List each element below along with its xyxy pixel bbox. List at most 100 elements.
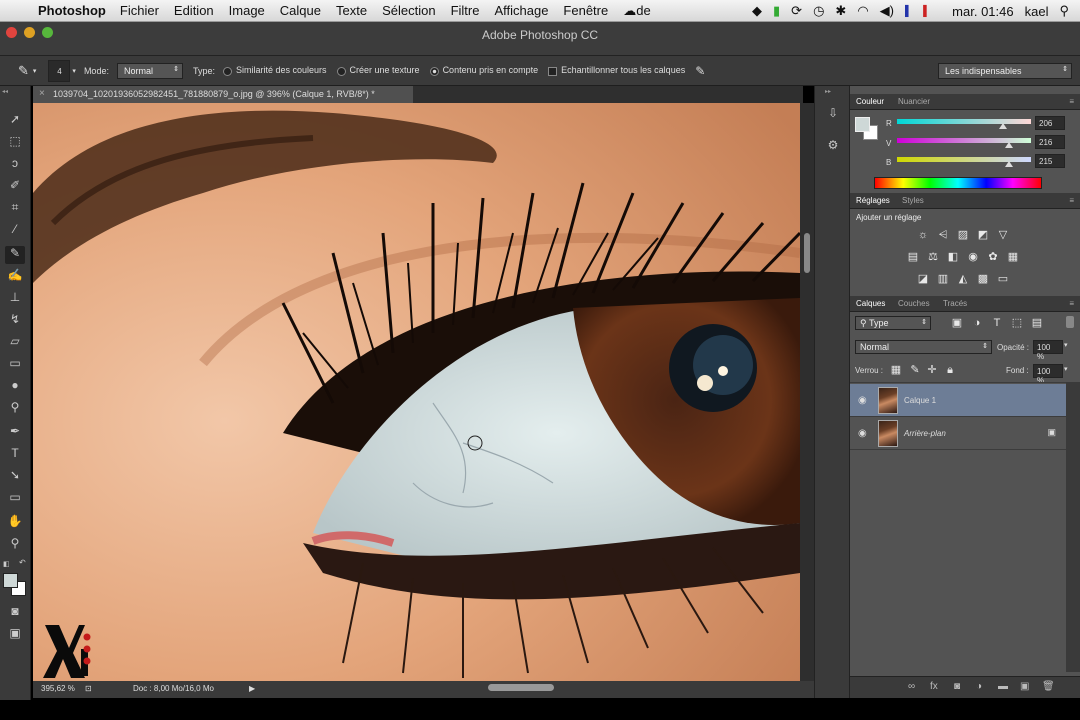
visibility-eye-icon[interactable]: ◉ [858,428,867,439]
zoom-tool-icon[interactable]: ⚲ [5,536,25,554]
move-tool-icon[interactable]: ➚ [5,112,25,130]
checkbox-echantillonner[interactable]: Echantillonner tous les calques [548,65,685,76]
toolbox-collapse-icon[interactable]: ◂◂ [2,88,8,95]
spotlight-search-icon[interactable]: ⚲ [1059,3,1069,19]
r-value[interactable]: 206 [1035,116,1065,130]
filter-pixel-icon[interactable]: ▣ [950,317,964,329]
panel-menu-icon[interactable]: ≡ [1069,299,1074,308]
radio-contenu[interactable]: Contenu pris en compte [429,65,538,76]
menubar-clock[interactable]: mar. 01:46 [952,4,1013,19]
menu-app-name[interactable]: Photoshop [38,3,106,18]
layer-row-calque-1[interactable]: ◉ Calque 1 [850,384,1066,417]
panel-menu-icon[interactable]: ≡ [1069,97,1074,106]
r-slider-thumb[interactable] [999,123,1007,129]
menu-edition[interactable]: Edition [174,3,214,18]
document-tab[interactable]: × 1039704_10201936052982451_781880879_o.… [33,86,413,103]
crop-tool-icon[interactable]: ⌗ [5,200,25,218]
menu-selection[interactable]: Sélection [382,3,435,18]
visibility-eye-icon[interactable]: ◉ [858,395,867,406]
menu-de[interactable]: de [636,3,650,18]
layers-scrollbar[interactable] [1066,382,1080,672]
history-panel-icon[interactable]: ⇩ [824,106,842,124]
status-menu-arrow-icon[interactable]: ▶ [249,684,255,693]
menu-calque[interactable]: Calque [280,3,321,18]
channel-mixer-icon[interactable]: ✿ [986,251,1000,263]
default-colors-icon[interactable]: ◧ [3,560,10,568]
blur-tool-icon[interactable]: ● [5,378,25,396]
status-preview-icon[interactable]: ⊡ [85,684,92,693]
dodge-tool-icon[interactable]: ⚲ [5,400,25,418]
menu-cloud-icon[interactable]: ☁de [623,3,650,19]
filter-toggle-icon[interactable] [1066,316,1074,328]
color-balance-icon[interactable]: ⚖ [926,251,940,263]
link-layers-icon[interactable]: ∞ [908,681,915,692]
menu-texte[interactable]: Texte [336,3,367,18]
document-canvas[interactable] [33,103,800,681]
flag-fr-icon[interactable]: ▌ ▌ [905,6,941,17]
filter-type-icon[interactable]: T [990,317,1004,329]
new-group-icon[interactable]: ▬ [998,681,1008,692]
selective-color-icon[interactable]: ▩ [976,273,990,285]
quick-selection-tool-icon[interactable]: ✐ [5,178,25,196]
mode-select[interactable]: Normal ⇕ [116,62,183,79]
filter-adjustment-icon[interactable]: ◑ [970,317,984,329]
eyedropper-tool-icon[interactable]: ⁄ [5,222,25,240]
menu-fichier[interactable]: Fichier [120,3,159,18]
hue-saturation-icon[interactable]: ▤ [906,251,920,263]
tab-calques[interactable]: Calques [856,299,885,308]
pressure-size-icon[interactable]: ✎ [695,64,705,78]
volume-icon[interactable]: ◀) [880,3,894,19]
blend-mode-select[interactable]: Normal ⇕ [855,340,992,354]
gradient-map-icon[interactable]: ▭ [996,273,1010,285]
fill-value[interactable]: 100 % [1033,364,1063,385]
path-selection-tool-icon[interactable]: ➘ [5,468,25,486]
bluetooth-icon[interactable]: ✱ [835,3,846,19]
filter-shape-icon[interactable]: ⬚ [1010,317,1024,329]
b-value[interactable]: 215 [1035,154,1065,168]
layer-row-arriere-plan[interactable]: ◉ Arrière-plan ▣ [850,417,1066,450]
brightness-contrast-icon[interactable]: ☼ [916,229,930,241]
new-adjustment-layer-icon[interactable]: ◑ [976,681,982,692]
menu-image[interactable]: Image [229,3,265,18]
menu-fenetre[interactable]: Fenêtre [563,3,608,18]
battery-icon[interactable]: ▮ [773,3,780,19]
panel-fg-swatch[interactable] [855,117,870,132]
panel-menu-icon[interactable]: ≡ [1069,196,1074,205]
tab-couleur[interactable]: Couleur [856,97,884,106]
add-mask-icon[interactable]: ◙ [954,681,960,692]
dock-collapse-icon[interactable]: ▸▸ [825,88,831,95]
lasso-tool-icon[interactable]: ↄ [5,156,25,174]
menubar-user[interactable]: kael [1025,4,1049,19]
close-tab-icon[interactable]: × [39,88,45,99]
color-lookup-icon[interactable]: ▦ [1006,251,1020,263]
r-slider[interactable] [897,119,1031,129]
lock-position-icon[interactable]: ✛ [925,364,939,376]
time-machine-icon[interactable]: ◷ [813,3,824,19]
black-white-icon[interactable]: ◧ [946,251,960,263]
b-slider-thumb[interactable] [1005,161,1013,167]
tab-couches[interactable]: Couches [898,299,930,308]
swap-colors-icon[interactable]: ↶ [19,558,26,567]
curves-icon[interactable]: ▨ [956,229,970,241]
horizontal-scroll-thumb[interactable] [488,684,554,691]
menu-affichage[interactable]: Affichage [494,3,548,18]
gradient-tool-icon[interactable]: ▭ [5,356,25,374]
layer-filter-select[interactable]: ⚲ Type ⇕ [855,316,931,330]
lock-transparent-icon[interactable]: ▦ [889,364,903,376]
v-slider[interactable] [897,138,1031,148]
layer-style-icon[interactable]: fx [930,681,938,692]
clone-stamp-tool-icon[interactable]: ⊥ [5,290,25,308]
filter-smart-object-icon[interactable]: ▤ [1030,317,1044,329]
properties-panel-icon[interactable]: ⚙ [824,138,842,156]
screen-mode-icon[interactable]: ▣ [5,626,25,644]
radio-texture[interactable]: Créer une texture [336,65,420,76]
brush-picker-chevron-icon[interactable]: ▾ [72,67,76,75]
tab-styles[interactable]: Styles [902,196,924,205]
menu-filtre[interactable]: Filtre [451,3,480,18]
lock-pixels-icon[interactable]: ✎ [908,364,922,376]
opacity-value[interactable]: 100 % [1033,340,1063,361]
new-layer-icon[interactable]: ▣ [1020,681,1029,692]
color-spectrum-ramp[interactable] [874,177,1042,189]
tab-reglages[interactable]: Réglages [856,196,890,205]
brush-size-picker[interactable]: 4 [48,59,71,82]
